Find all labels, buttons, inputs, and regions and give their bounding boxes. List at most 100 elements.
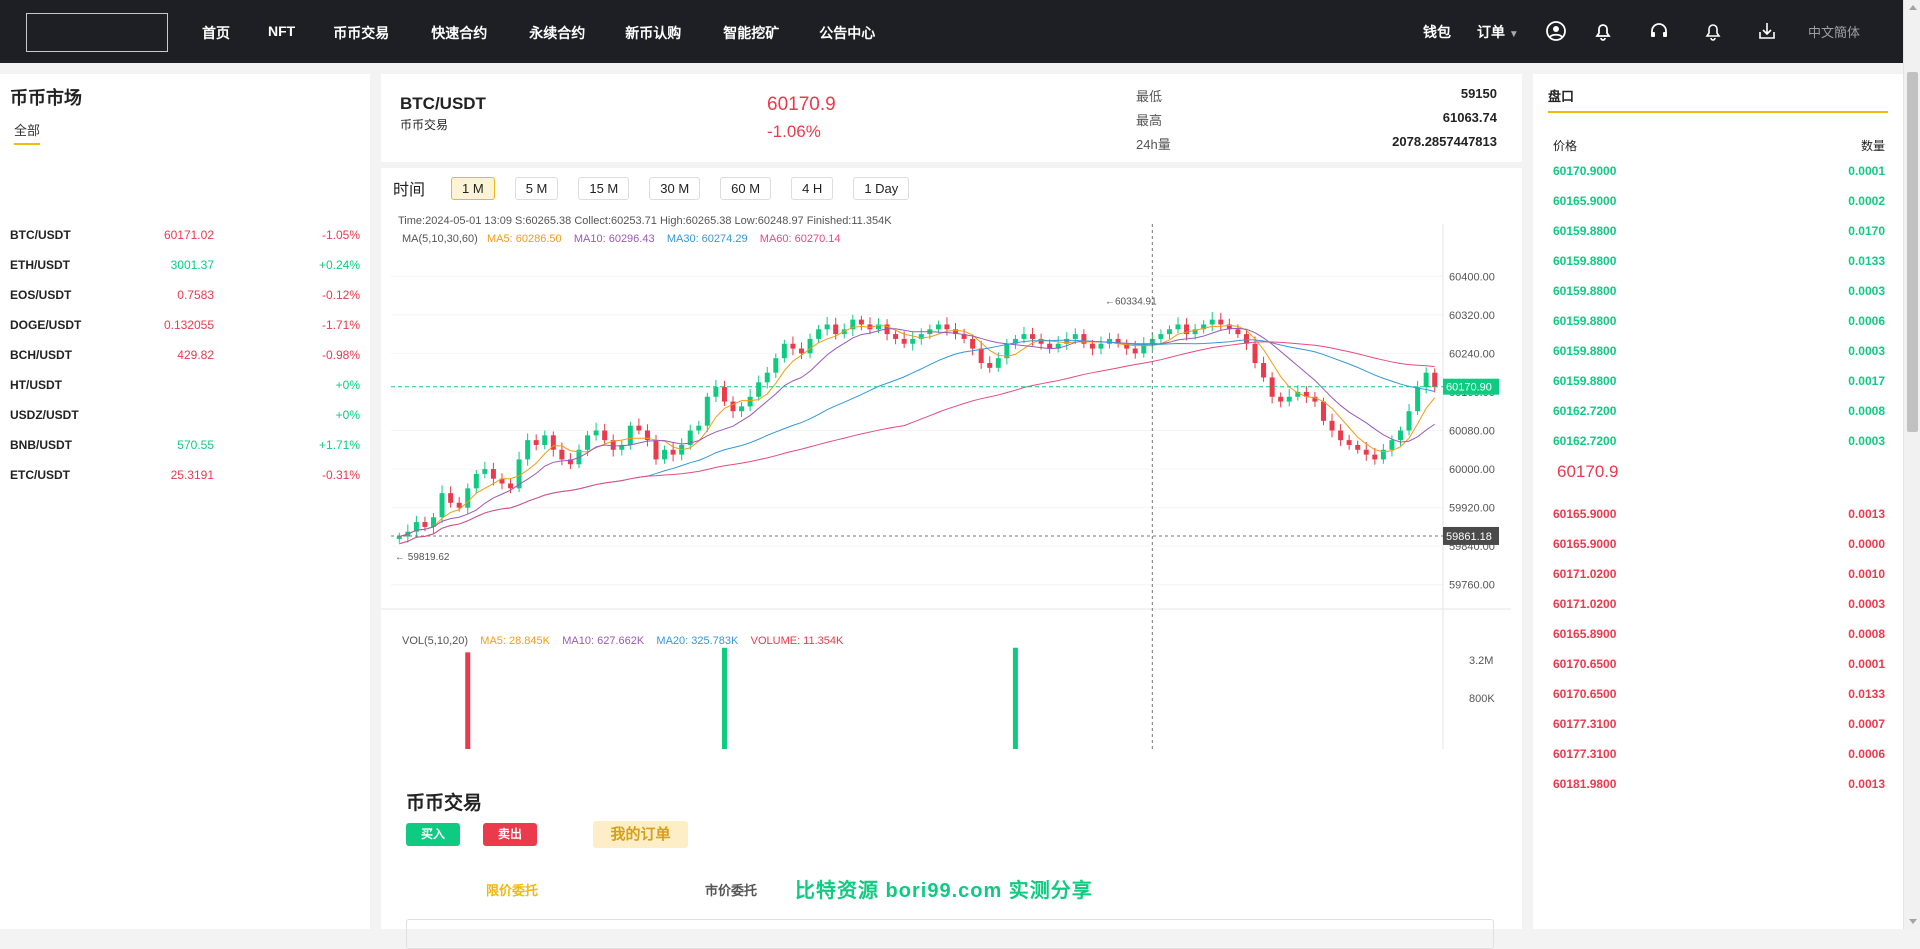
market-price: 3001.37 (170, 258, 214, 272)
market-row[interactable]: ETH/USDT 3001.37 +0.24% (10, 258, 360, 278)
market-symbol: ETC/USDT (10, 468, 70, 482)
market-row[interactable]: BTC/USDT 60171.02 -1.05% (10, 228, 360, 248)
orders-menu[interactable]: 订单 ▼ (1477, 22, 1519, 42)
candle-body (1338, 430, 1344, 441)
y-tick-label: 59920.00 (1449, 503, 1495, 515)
market-change: -0.98% (321, 348, 360, 362)
price-header: 价格 (1553, 139, 1578, 153)
market-row[interactable]: BNB/USDT 570.55 +1.71% (10, 438, 360, 458)
candle-body (756, 382, 762, 397)
ask-row[interactable]: 60170.6500 0.0001 (1553, 657, 1885, 677)
tf-1m[interactable]: 1 M (451, 176, 495, 200)
price-change: -1.06% (767, 122, 821, 141)
qty-header: 数量 (1860, 139, 1885, 153)
tab-market-order[interactable]: 市价委托 (705, 880, 757, 899)
tab-all[interactable]: 全部 (14, 120, 41, 145)
bid-price: 60159.8800 (1553, 314, 1617, 328)
wallet-link[interactable]: 钱包 (1423, 22, 1451, 42)
candle-body (1030, 334, 1036, 339)
candle-body (1209, 319, 1215, 325)
candle-body (798, 348, 804, 354)
candle-body (1089, 343, 1095, 349)
tf-30m[interactable]: 30 M (649, 176, 701, 200)
market-change: -0.12% (321, 288, 360, 302)
ask-row[interactable]: 60181.9800 0.0013 (1553, 777, 1885, 797)
market-row[interactable]: ETC/USDT 25.3191 -0.31% (10, 468, 360, 488)
candle-body (396, 536, 402, 539)
ask-row[interactable]: 60165.8900 0.0008 (1553, 627, 1885, 647)
tf-15m[interactable]: 15 M (578, 176, 630, 200)
scroll-up-arrow[interactable] (1909, 5, 1917, 10)
candle-body (456, 502, 462, 508)
candle-body (1423, 372, 1429, 388)
y-tick-label: 60080.00 (1449, 426, 1495, 438)
bell-icon[interactable] (1592, 20, 1614, 42)
bid-row[interactable]: 60159.8800 0.0003 (1553, 284, 1885, 304)
market-change: -1.71% (321, 318, 360, 332)
ask-row[interactable]: 60177.3100 0.0007 (1553, 717, 1885, 737)
scroll-down-arrow[interactable] (1909, 919, 1917, 924)
market-symbol: BTC/USDT (10, 228, 71, 242)
bid-row[interactable]: 60159.8800 0.0170 (1553, 224, 1885, 244)
bid-row[interactable]: 60170.9000 0.0001 (1553, 164, 1885, 184)
language-switch[interactable]: 中文簡体 (1808, 22, 1860, 41)
notification-icon[interactable] (1702, 20, 1724, 42)
ask-row[interactable]: 60177.3100 0.0006 (1553, 747, 1885, 767)
bid-price: 60170.9000 (1553, 164, 1617, 178)
bid-row[interactable]: 60162.7200 0.0003 (1553, 434, 1885, 454)
crosshair-price-text: 59861.18 (1446, 531, 1492, 543)
bid-row[interactable]: 60159.8800 0.0006 (1553, 314, 1885, 334)
bid-qty: 0.0170 (1848, 224, 1885, 238)
bid-row[interactable]: 60159.8800 0.0017 (1553, 374, 1885, 394)
bid-price: 60165.9000 (1553, 194, 1617, 208)
scroll-thumb[interactable] (1907, 72, 1918, 432)
ask-row[interactable]: 60165.9000 0.0000 (1553, 537, 1885, 557)
market-row[interactable]: USDZ/USDT +0% (10, 408, 360, 428)
ask-row[interactable]: 60171.0200 0.0010 (1553, 567, 1885, 587)
ask-row[interactable]: 60171.0200 0.0003 (1553, 597, 1885, 617)
candle-body (473, 473, 479, 489)
bid-row[interactable]: 60162.7200 0.0008 (1553, 404, 1885, 424)
tf-1day[interactable]: 1 Day (853, 176, 910, 200)
ask-price: 60165.8900 (1553, 627, 1617, 641)
page-scrollbar[interactable] (1903, 0, 1920, 929)
kline-chart[interactable]: 60400.0060320.0060240.0060160.0060080.00… (381, 209, 1511, 749)
bid-row[interactable]: 60159.8800 0.0003 (1553, 344, 1885, 364)
timeframe-bar: 时间 1 M 5 M 15 M 30 M 60 M 4 H 1 Day (393, 176, 929, 200)
tf-5m[interactable]: 5 M (514, 176, 559, 200)
market-row[interactable]: DOGE/USDT 0.132055 -1.71% (10, 318, 360, 338)
buy-button[interactable]: 买入 (406, 823, 460, 846)
ask-qty: 0.0003 (1848, 597, 1885, 611)
trade-title: 币币交易 (406, 793, 483, 814)
bid-row[interactable]: 60165.9000 0.0002 (1553, 194, 1885, 214)
high-label: 最高 (1136, 113, 1163, 128)
candle-body (593, 430, 599, 436)
candle-body (773, 358, 779, 373)
bid-row[interactable]: 60159.8800 0.0133 (1553, 254, 1885, 274)
orderbook-panel: 盘口 价格 数量 60170.9000 0.0001 60165.9000 0.000… (1533, 74, 1903, 929)
market-row[interactable]: EOS/USDT 0.7583 -0.12% (10, 288, 360, 308)
download-icon[interactable] (1756, 20, 1778, 42)
mid-price: 60170.9 (1557, 462, 1619, 481)
candle-body (542, 435, 548, 445)
tab-limit-order[interactable]: 限价委托 (486, 880, 538, 899)
headset-icon[interactable] (1648, 20, 1670, 42)
tf-60m[interactable]: 60 M (720, 176, 772, 200)
time-label[interactable]: 时间 (393, 176, 425, 200)
sell-button[interactable]: 卖出 (483, 823, 537, 846)
bid-qty: 0.0003 (1848, 284, 1885, 298)
my-orders-button[interactable]: 我的订单 (593, 821, 688, 848)
market-row[interactable]: BCH/USDT 429.82 -0.98% (10, 348, 360, 368)
candle-body (1098, 343, 1104, 349)
ask-row[interactable]: 60165.9000 0.0013 (1553, 507, 1885, 527)
user-icon[interactable] (1545, 20, 1567, 42)
ask-row[interactable]: 60170.6500 0.0133 (1553, 687, 1885, 707)
bid-price: 60162.7200 (1553, 404, 1617, 418)
market-price: 429.82 (177, 348, 214, 362)
market-price: 0.132055 (163, 318, 214, 332)
market-row[interactable]: HT/USDT +0% (10, 378, 360, 398)
bid-qty: 0.0003 (1848, 434, 1885, 448)
price-input[interactable] (406, 919, 1494, 949)
bid-qty: 0.0006 (1848, 314, 1885, 328)
tf-4h[interactable]: 4 H (791, 176, 834, 200)
